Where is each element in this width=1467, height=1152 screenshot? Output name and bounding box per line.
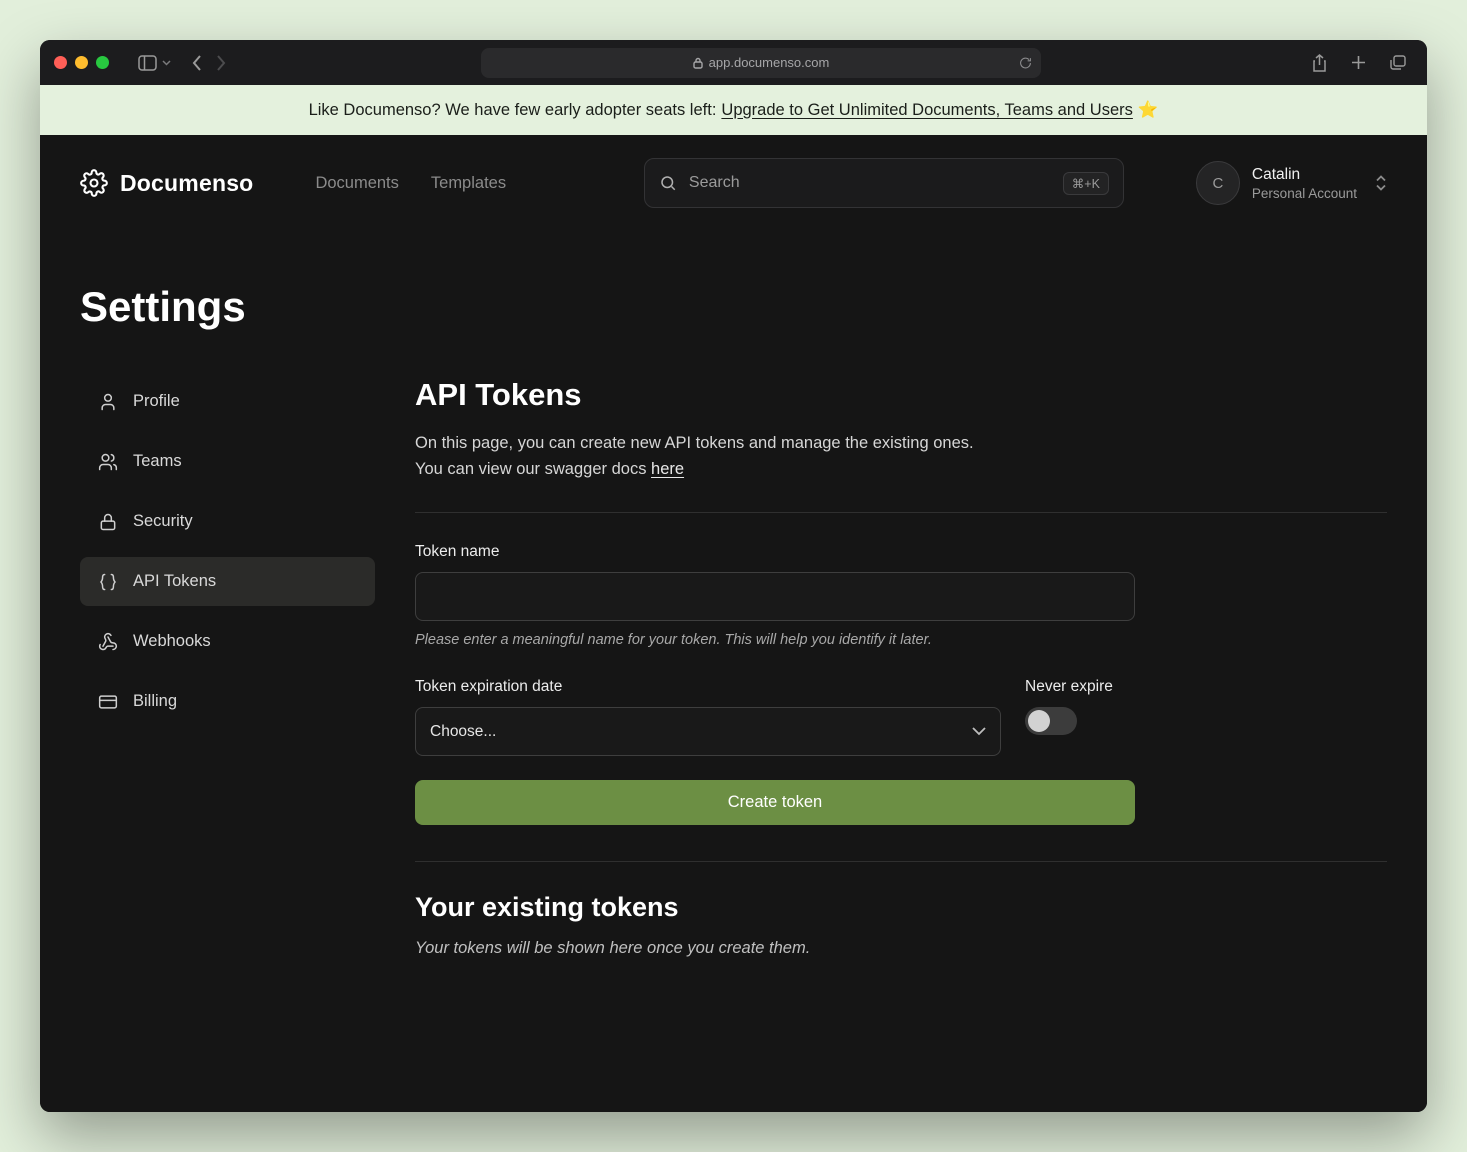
- sidebar-chevron-down-icon[interactable]: [162, 60, 171, 66]
- expiration-select[interactable]: Choose...: [415, 707, 1001, 756]
- never-expire-toggle[interactable]: [1025, 707, 1077, 735]
- sidebar-item-security[interactable]: Security: [80, 497, 375, 546]
- token-name-hint: Please enter a meaningful name for your …: [415, 632, 1387, 648]
- sidebar-item-profile[interactable]: Profile: [80, 377, 375, 426]
- sidebar-item-teams[interactable]: Teams: [80, 437, 375, 486]
- upgrade-link[interactable]: Upgrade to Get Unlimited Documents, Team…: [721, 101, 1132, 120]
- sidebar-item-api-tokens[interactable]: API Tokens: [80, 557, 375, 606]
- expiration-selected-value: Choose...: [430, 723, 496, 741]
- url-bar[interactable]: app.documenso.com: [481, 48, 1041, 78]
- token-name-input[interactable]: [415, 572, 1135, 621]
- brand-name: Documenso: [120, 170, 253, 197]
- users-icon: [98, 452, 118, 472]
- nav-documents[interactable]: Documents: [315, 174, 398, 193]
- credit-card-icon: [98, 692, 118, 712]
- sidebar-item-webhooks[interactable]: Webhooks: [80, 617, 375, 666]
- section-description-line1: On this page, you can create new API tok…: [415, 431, 1387, 457]
- settings-content: Profile Teams: [40, 331, 1427, 958]
- existing-tokens-empty-text: Your tokens will be shown here once you …: [415, 939, 1387, 958]
- refresh-icon[interactable]: [1019, 56, 1032, 70]
- star-emoji-icon: ⭐: [1138, 101, 1159, 120]
- app-header: Documenso Documents Templates Search ⌘+K…: [40, 135, 1427, 231]
- documenso-logo-icon: [80, 169, 108, 197]
- user-icon: [98, 392, 118, 412]
- sidebar-item-label: Billing: [133, 692, 177, 711]
- sidebar-item-label: Profile: [133, 392, 180, 411]
- lock-icon: [98, 512, 118, 532]
- browser-titlebar: app.documenso.com: [40, 40, 1427, 85]
- tab-overview-icon[interactable]: [1383, 55, 1413, 70]
- section-description-line2: You can view our swagger docs here: [415, 457, 1387, 483]
- chevron-up-down-icon: [1375, 174, 1387, 192]
- existing-tokens-title: Your existing tokens: [415, 892, 1387, 923]
- share-icon[interactable]: [1305, 54, 1334, 72]
- search-input[interactable]: Search ⌘+K: [644, 158, 1124, 208]
- expiration-label: Token expiration date: [415, 678, 1001, 696]
- divider: [415, 512, 1387, 513]
- brand[interactable]: Documenso: [80, 169, 253, 197]
- page-title: Settings: [40, 283, 1427, 331]
- nav-templates[interactable]: Templates: [431, 174, 506, 193]
- zoom-button[interactable]: [96, 56, 109, 69]
- section-title: API Tokens: [415, 377, 1387, 413]
- swagger-docs-link[interactable]: here: [651, 460, 684, 478]
- chevron-down-icon: [972, 727, 986, 736]
- new-tab-icon[interactable]: [1344, 55, 1373, 70]
- browser-window: app.documenso.com: [40, 40, 1427, 1112]
- documenso-app: Documenso Documents Templates Search ⌘+K…: [40, 135, 1427, 1112]
- never-expire-label: Never expire: [1025, 678, 1135, 696]
- sidebar-item-label: Teams: [133, 452, 182, 471]
- close-button[interactable]: [54, 56, 67, 69]
- minimize-button[interactable]: [75, 56, 88, 69]
- token-name-label: Token name: [415, 543, 1387, 561]
- existing-tokens-section: Your existing tokens Your tokens will be…: [415, 892, 1387, 958]
- account-name: Catalin: [1252, 165, 1357, 186]
- forward-button[interactable]: [209, 55, 233, 71]
- sidebar-item-label: Security: [133, 512, 193, 531]
- search-shortcut-badge: ⌘+K: [1063, 172, 1109, 195]
- sidebar-toggle-icon[interactable]: [131, 55, 164, 71]
- search-icon: [659, 174, 677, 192]
- divider: [415, 861, 1387, 862]
- account-menu[interactable]: C Catalin Personal Account: [1196, 161, 1387, 205]
- top-nav: Documents Templates: [315, 174, 506, 193]
- sidebar-item-label: API Tokens: [133, 572, 216, 591]
- search-placeholder: Search: [689, 174, 740, 192]
- banner-text: Like Documenso? We have few early adopte…: [309, 101, 717, 120]
- back-button[interactable]: [185, 55, 209, 71]
- sidebar-item-billing[interactable]: Billing: [80, 677, 375, 726]
- account-type: Personal Account: [1252, 186, 1357, 201]
- window-controls: [54, 56, 109, 69]
- braces-icon: [98, 572, 118, 592]
- avatar: C: [1196, 161, 1240, 205]
- settings-sidebar: Profile Teams: [80, 377, 375, 726]
- api-tokens-panel: API Tokens On this page, you can create …: [415, 377, 1387, 958]
- sidebar-item-label: Webhooks: [133, 632, 211, 651]
- tls-lock-icon: [693, 57, 703, 69]
- url-text: app.documenso.com: [709, 55, 830, 70]
- webhook-icon: [98, 632, 118, 652]
- toggle-knob: [1028, 710, 1050, 732]
- url-bar-container: app.documenso.com: [233, 48, 1289, 78]
- create-token-button[interactable]: Create token: [415, 780, 1135, 825]
- upgrade-banner: Like Documenso? We have few early adopte…: [40, 85, 1427, 135]
